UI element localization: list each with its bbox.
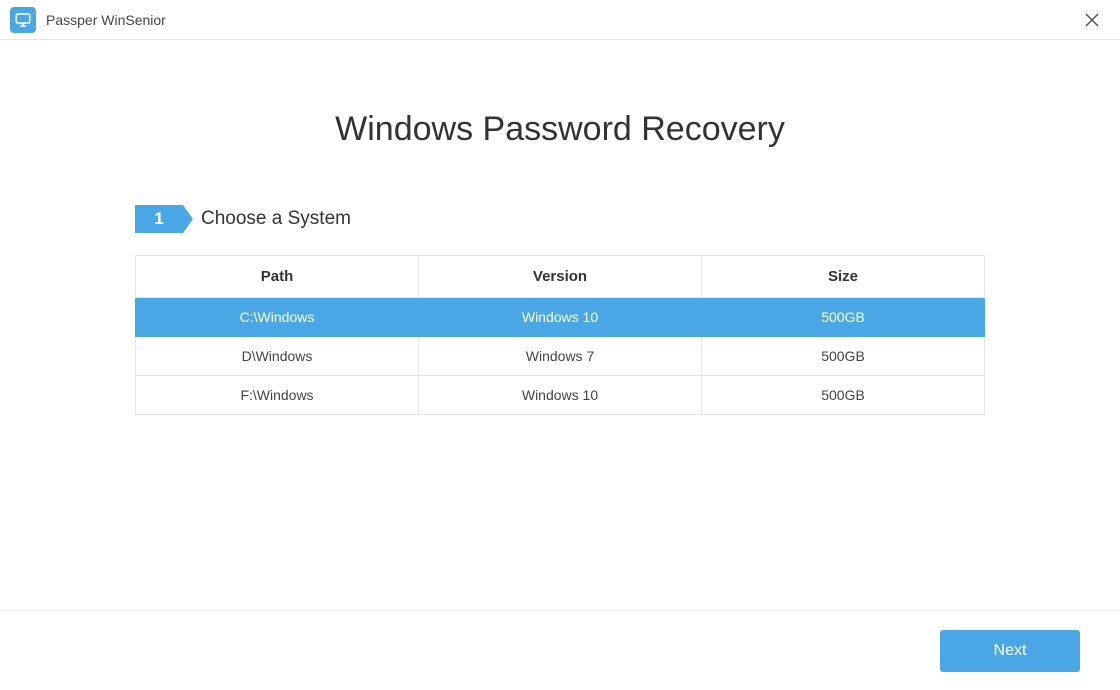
- app-icon: [10, 7, 36, 33]
- step-header: 1 Choose a System: [135, 205, 985, 233]
- cell-size: 500GB: [702, 376, 985, 415]
- close-button[interactable]: [1078, 6, 1106, 34]
- table-header-row: Path Version Size: [136, 256, 985, 298]
- step-label: Choose a System: [201, 208, 351, 230]
- close-icon: [1085, 13, 1099, 27]
- table-row[interactable]: C:\Windows Windows 10 500GB: [136, 298, 985, 337]
- footer: Next: [0, 610, 1120, 690]
- system-table: Path Version Size C:\Windows Windows 10 …: [135, 255, 985, 415]
- cell-path: F:\Windows: [136, 376, 419, 415]
- titlebar-left: Passper WinSenior: [10, 7, 166, 33]
- cell-size: 500GB: [702, 337, 985, 376]
- cell-version: Windows 10: [419, 298, 702, 337]
- cell-version: Windows 7: [419, 337, 702, 376]
- table-header-path: Path: [136, 256, 419, 298]
- app-title: Passper WinSenior: [46, 12, 166, 28]
- table-header-size: Size: [702, 256, 985, 298]
- titlebar: Passper WinSenior: [0, 0, 1120, 40]
- table-header-version: Version: [419, 256, 702, 298]
- main-content: Windows Password Recovery 1 Choose a Sys…: [0, 40, 1120, 610]
- content-wrapper: 1 Choose a System Path Version Size C:\W…: [135, 205, 985, 415]
- cell-path: C:\Windows: [136, 298, 419, 337]
- table-row[interactable]: F:\Windows Windows 10 500GB: [136, 376, 985, 415]
- cell-version: Windows 10: [419, 376, 702, 415]
- page-title: Windows Password Recovery: [0, 110, 1120, 149]
- table-row[interactable]: D\Windows Windows 7 500GB: [136, 337, 985, 376]
- next-button[interactable]: Next: [940, 630, 1080, 672]
- step-number-badge: 1: [135, 205, 183, 233]
- cell-size: 500GB: [702, 298, 985, 337]
- cell-path: D\Windows: [136, 337, 419, 376]
